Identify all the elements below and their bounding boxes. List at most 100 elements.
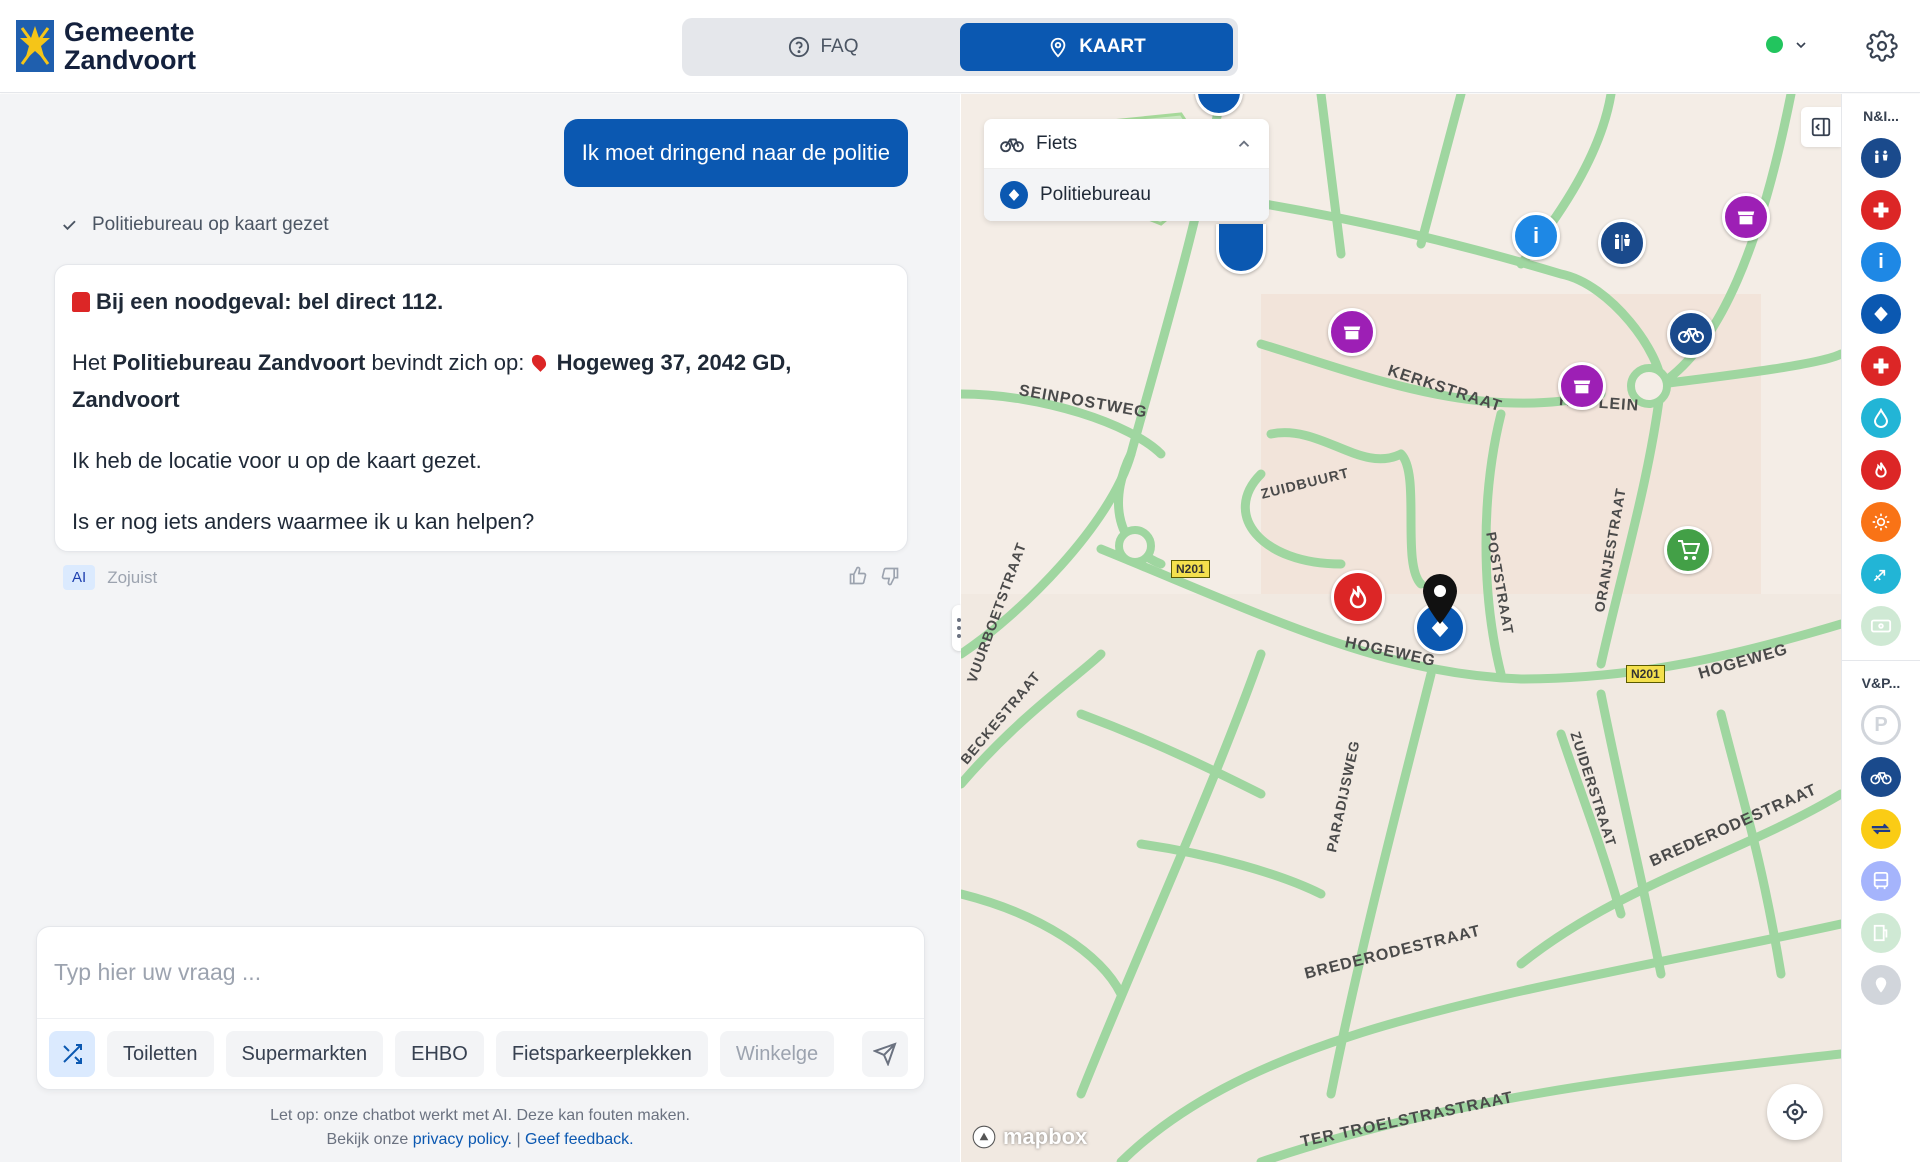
police-category-icon[interactable]: [1861, 294, 1901, 334]
poi-supermarket-icon[interactable]: [1664, 526, 1712, 574]
hospital-category-icon[interactable]: [1861, 346, 1901, 386]
poi-shop-icon[interactable]: [1722, 193, 1770, 241]
poi-fire-icon[interactable]: [1331, 570, 1385, 624]
legend-title: Fiets: [1036, 132, 1078, 154]
atm-category-icon[interactable]: [1861, 606, 1901, 646]
rail-divider: [1842, 660, 1920, 661]
shuffle-button[interactable]: [49, 1031, 95, 1077]
poi-shop-icon[interactable]: [1558, 362, 1606, 410]
tab-faq[interactable]: FAQ: [687, 23, 960, 71]
emergency-line: Bij een noodgeval: bel direct 112.: [72, 283, 890, 320]
feedback-link[interactable]: Geef feedback.: [525, 1131, 634, 1148]
emergency-text: Bij een noodgeval: bel direct 112.: [96, 289, 444, 314]
view-toggle: FAQ KAART: [682, 18, 1238, 76]
tab-kaart-label: KAART: [1079, 36, 1146, 57]
parking-category-icon[interactable]: P: [1861, 705, 1901, 745]
map-view[interactable]: KERKSTRAAT SEINPOSTWEG ZUIDBUURT HOGEWEG…: [961, 94, 1841, 1162]
shower-category-icon[interactable]: [1861, 554, 1901, 594]
privacy-policy-link[interactable]: privacy policy.: [413, 1131, 512, 1148]
mapbox-attribution[interactable]: mapbox: [971, 1124, 1087, 1150]
address-middle: bevindt zich op:: [365, 350, 531, 375]
bike-parking-category-icon[interactable]: [1861, 757, 1901, 797]
map-legend[interactable]: Fiets Politiebureau: [984, 119, 1269, 221]
address-line: Het Politiebureau Zandvoort bevindt zich…: [72, 344, 890, 418]
selected-location-marker-icon[interactable]: [1420, 572, 1460, 631]
help-circle-icon: [789, 36, 810, 58]
disclaimer-separator: |: [512, 1131, 526, 1148]
crosshair-icon: [1783, 1100, 1807, 1124]
gear-icon: [1866, 30, 1898, 62]
logo-line-1: Gemeente: [64, 17, 195, 47]
message-meta: AI Zojuist: [63, 565, 157, 590]
sun-category-icon[interactable]: [1861, 502, 1901, 542]
poi-toilet-icon[interactable]: [1598, 219, 1646, 267]
address-prefix: Het: [72, 350, 113, 375]
poi-partial-icon[interactable]: [1216, 224, 1266, 274]
ai-badge: AI: [63, 565, 96, 590]
police-station-name: Politiebureau Zandvoort: [112, 350, 366, 375]
suggestion-chips: Toiletten Supermarkten EHBO Fietsparkeer…: [49, 1031, 854, 1079]
app-header: Gemeente Zandvoort FAQ KAART: [0, 0, 1920, 93]
logo-line-2: Zandvoort: [64, 45, 196, 75]
rail-section-title: V&P...: [1861, 675, 1901, 691]
charging-category-icon[interactable]: [1861, 913, 1901, 953]
tab-kaart[interactable]: KAART: [960, 23, 1233, 71]
poi-bike-icon[interactable]: [1667, 310, 1715, 358]
tool-status: Politiebureau op kaart gezet: [60, 214, 329, 236]
legend-item-label: Politiebureau: [1040, 184, 1151, 205]
fire-category-icon[interactable]: [1861, 450, 1901, 490]
logo[interactable]: Gemeente Zandvoort: [16, 18, 196, 74]
bike-icon: [1000, 138, 1024, 152]
category-rail: N&I... i V&P... P: [1841, 94, 1920, 1162]
status-dropdown[interactable]: [1766, 36, 1809, 53]
send-icon: [873, 1042, 897, 1066]
status-dot: [1766, 36, 1783, 53]
message-time: Zojuist: [107, 567, 158, 587]
train-category-icon[interactable]: [1861, 809, 1901, 849]
tab-faq-label: FAQ: [820, 36, 859, 57]
legend-header[interactable]: Fiets: [984, 119, 1269, 169]
settings-button[interactable]: [1866, 30, 1898, 62]
chevron-down-icon: [1796, 41, 1806, 48]
toilet-category-icon[interactable]: [1861, 138, 1901, 178]
assistant-message: Bij een noodgeval: bel direct 112. Het P…: [54, 264, 908, 552]
map-note: Ik heb de locatie voor u op de kaart gez…: [72, 448, 482, 473]
locate-me-button[interactable]: [1767, 1084, 1823, 1140]
question-input[interactable]: [37, 927, 924, 1019]
followup-question: Is er nog iets anders waarmee ik u kan h…: [72, 509, 535, 534]
chat-panel: Ik moet dringend naar de politie Politie…: [0, 94, 960, 1162]
disclaimer-prefix: Bekijk onze: [326, 1131, 413, 1148]
panel-icon: [1811, 117, 1831, 137]
thumbs-down-icon[interactable]: [880, 566, 900, 586]
disclaimer: Let op: onze chatbot werkt met AI. Deze …: [0, 1104, 960, 1152]
road-shield: N201: [1171, 560, 1210, 578]
send-button[interactable]: [862, 1031, 908, 1077]
chip-supermarkten[interactable]: Supermarkten: [225, 1031, 384, 1077]
disclaimer-line-1: Let op: onze chatbot werkt met AI. Deze …: [270, 1107, 690, 1124]
user-message: Ik moet dringend naar de politie: [563, 119, 908, 187]
water-category-icon[interactable]: [1861, 398, 1901, 438]
map-pin-icon: [1050, 37, 1066, 58]
chip-winkelgebied[interactable]: Winkelge: [719, 1031, 835, 1077]
chevron-up-icon: [1238, 139, 1250, 147]
pin-emoji-icon: [528, 352, 549, 372]
location-category-icon[interactable]: [1861, 965, 1901, 1005]
disclaimer-line-2: Bekijk onze privacy policy. | Geef feedb…: [0, 1128, 960, 1152]
chip-ehbo[interactable]: EHBO: [395, 1031, 484, 1077]
crest-icon: [16, 20, 54, 72]
chip-fietsparkeerplekken[interactable]: Fietsparkeerplekken: [495, 1031, 708, 1077]
composer: Toiletten Supermarkten EHBO Fietsparkeer…: [36, 926, 925, 1090]
poi-info-icon[interactable]: i: [1512, 212, 1560, 260]
siren-icon: [72, 292, 90, 312]
info-category-icon[interactable]: i: [1861, 242, 1901, 282]
poi-shop-icon[interactable]: [1328, 308, 1376, 356]
thumbs-up-icon[interactable]: [848, 566, 868, 586]
police-badge-icon: [1000, 181, 1028, 209]
bus-category-icon[interactable]: [1861, 861, 1901, 901]
chip-toiletten[interactable]: Toiletten: [107, 1031, 214, 1077]
map-roads: [961, 94, 1841, 1162]
feedback-buttons: [848, 566, 900, 586]
collapse-panel-button[interactable]: [1801, 107, 1841, 147]
legend-item-politiebureau[interactable]: Politiebureau: [984, 169, 1269, 221]
first-aid-category-icon[interactable]: [1861, 190, 1901, 230]
